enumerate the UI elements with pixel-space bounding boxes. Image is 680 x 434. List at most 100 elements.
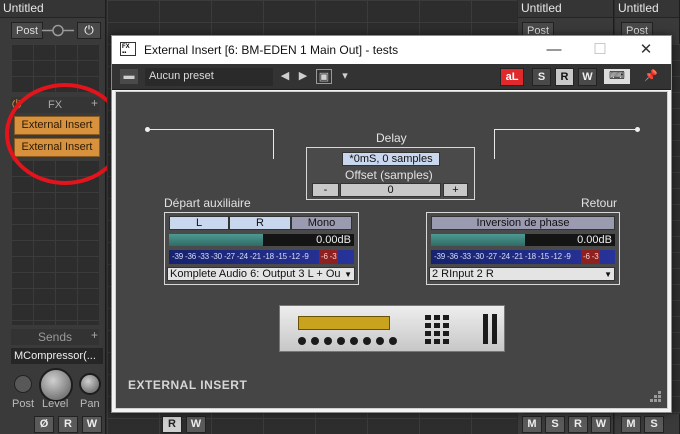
return-label: Retour	[581, 196, 618, 210]
device-knob	[311, 337, 319, 345]
offset-input[interactable]: 0	[340, 183, 441, 197]
chevron-down-icon: ▼	[344, 270, 352, 279]
add-fx-icon[interactable]: +	[91, 96, 98, 110]
delay-value: *0mS, 0 samples	[342, 152, 440, 166]
mid-read-button[interactable]: R	[162, 416, 182, 433]
send-box: L R Mono 0.00dB -39 -36 -33 -30 -27 -24 …	[164, 212, 359, 285]
offset-plus-button[interactable]: +	[443, 183, 468, 197]
fx-app-icon: FX ▪▪	[120, 42, 136, 56]
next-preset-icon[interactable]: ▶	[296, 69, 310, 84]
strip-title[interactable]: Untitled	[615, 0, 679, 18]
preset-select[interactable]: Aucun preset	[145, 68, 273, 86]
return-level-value: 0.00dB	[577, 234, 612, 246]
write-automation-button[interactable]: W	[578, 68, 597, 86]
device-lcd	[298, 316, 390, 330]
solo-button[interactable]: S	[644, 416, 664, 433]
knob-label-level: Level	[42, 398, 69, 410]
send-output-select[interactable]: Komplete Audio 6: Output 3 L + Ou ▼	[167, 267, 355, 281]
maximize-icon[interactable]: ☐	[578, 38, 622, 62]
strip-title[interactable]: Untitled	[518, 0, 613, 18]
device-knob	[298, 337, 306, 345]
fx-empty-area	[11, 160, 99, 325]
power-icon[interactable]: ⏻	[77, 22, 101, 39]
phase-invert-button[interactable]: Ø	[34, 416, 54, 433]
return-scale-hot: -6 -3	[581, 250, 601, 264]
post-button[interactable]: Post	[11, 22, 44, 39]
read-button[interactable]: R	[568, 416, 588, 433]
send-post-toggle[interactable]	[14, 375, 32, 393]
phase-invert-button[interactable]: Inversion de phase	[431, 216, 615, 230]
return-level-meter[interactable]: 0.00dB	[431, 234, 615, 246]
send-scale-text: -39 -36 -33 -30 -27 -24 -21 -18 -15 -12 …	[172, 252, 309, 261]
solo-button[interactable]: S	[532, 68, 551, 86]
send-pan-knob[interactable]	[79, 373, 101, 395]
io-grid	[11, 44, 99, 92]
read-automation-button[interactable]: R	[555, 68, 574, 86]
knob-label-pan: Pan	[80, 398, 100, 410]
send-level-knob[interactable]	[39, 368, 73, 402]
routing-line	[494, 129, 495, 159]
send-slot[interactable]: MCompressor(...	[11, 348, 103, 364]
routing-line	[148, 129, 274, 130]
device-knob	[350, 337, 358, 345]
fx-header: FX	[11, 97, 99, 113]
send-scale-hot: -6 -3	[319, 250, 339, 264]
send-output-value: Komplete Audio 6: Output 3 L + Ou	[170, 268, 341, 280]
return-scale-text: -39 -36 -33 -30 -27 -24 -21 -18 -15 -12 …	[434, 252, 571, 261]
routing-line	[494, 129, 637, 130]
send-level-meter[interactable]: 0.00dB	[169, 234, 354, 246]
return-input-select[interactable]: 2 RInput 2 R ▼	[429, 267, 615, 281]
routing-line	[273, 129, 274, 159]
device-knob	[324, 337, 332, 345]
bypass-icon[interactable]: ▬	[120, 69, 138, 84]
pin-icon[interactable]: 📌	[644, 69, 658, 84]
device-knob	[389, 337, 397, 345]
ab-compare-icon[interactable]: aL	[500, 68, 524, 86]
chevron-down-icon: ▼	[604, 270, 612, 279]
plugin-toolbar: ▬ Aucun preset ◀ ▶ ▣ ▾ aL S R W ⌨ 📌	[112, 64, 671, 90]
keyboard-icon[interactable]: ⌨	[604, 69, 630, 84]
send-level-value: 0.00dB	[316, 234, 351, 246]
device-knob	[376, 337, 384, 345]
add-send-icon[interactable]: +	[91, 328, 98, 342]
read-button[interactable]: R	[58, 416, 78, 433]
fx-power-icon[interactable]: ⏻	[12, 97, 22, 112]
write-button[interactable]: W	[591, 416, 611, 433]
device-fader	[483, 314, 488, 344]
device-knob	[363, 337, 371, 345]
send-mono-button[interactable]: Mono	[291, 216, 352, 230]
fx-slot-2[interactable]: External Insert	[14, 138, 100, 157]
mute-button[interactable]: M	[621, 416, 641, 433]
mute-button[interactable]: M	[522, 416, 542, 433]
menu-icon[interactable]: ▾	[338, 69, 352, 84]
delay-label: Delay	[376, 131, 407, 145]
plugin-name: EXTERNAL INSERT	[128, 378, 248, 392]
mixer-strip-left: Untitled Post ⏻ FX ⏻ + External Insert E…	[0, 0, 106, 434]
title-bar[interactable]: FX ▪▪ External Insert [6: BM-EDEN 1 Main …	[112, 36, 671, 64]
save-preset-icon[interactable]: ▣	[316, 69, 332, 84]
send-label: Départ auxiliaire	[164, 196, 251, 210]
strip-title[interactable]: Untitled	[0, 0, 105, 18]
delay-box: *0mS, 0 samples Offset (samples) - 0 +	[306, 147, 475, 200]
solo-button[interactable]: S	[545, 416, 565, 433]
offset-minus-button[interactable]: -	[312, 183, 339, 197]
offset-label: Offset (samples)	[345, 168, 433, 182]
sends-header: Sends	[11, 329, 99, 345]
plugin-window: FX ▪▪ External Insert [6: BM-EDEN 1 Main …	[111, 35, 672, 413]
routing-icon[interactable]	[42, 22, 74, 39]
minimize-icon[interactable]: —	[532, 38, 576, 62]
resize-grip-icon[interactable]	[650, 391, 662, 403]
return-input-value: 2 RInput 2 R	[432, 268, 494, 280]
write-button[interactable]: W	[82, 416, 102, 433]
mid-write-button[interactable]: W	[186, 416, 206, 433]
fx-header-label: FX	[47, 99, 63, 111]
send-left-button[interactable]: L	[169, 216, 229, 230]
close-icon[interactable]: ✕	[624, 38, 668, 62]
output-node	[635, 127, 640, 132]
send-right-button[interactable]: R	[229, 216, 291, 230]
window-title: External Insert [6: BM-EDEN 1 Main Out] …	[144, 43, 399, 57]
prev-preset-icon[interactable]: ◀	[278, 69, 292, 84]
fx-slot-1[interactable]: External Insert	[14, 116, 100, 135]
send-level-fill	[169, 234, 264, 246]
return-level-fill	[431, 234, 525, 246]
